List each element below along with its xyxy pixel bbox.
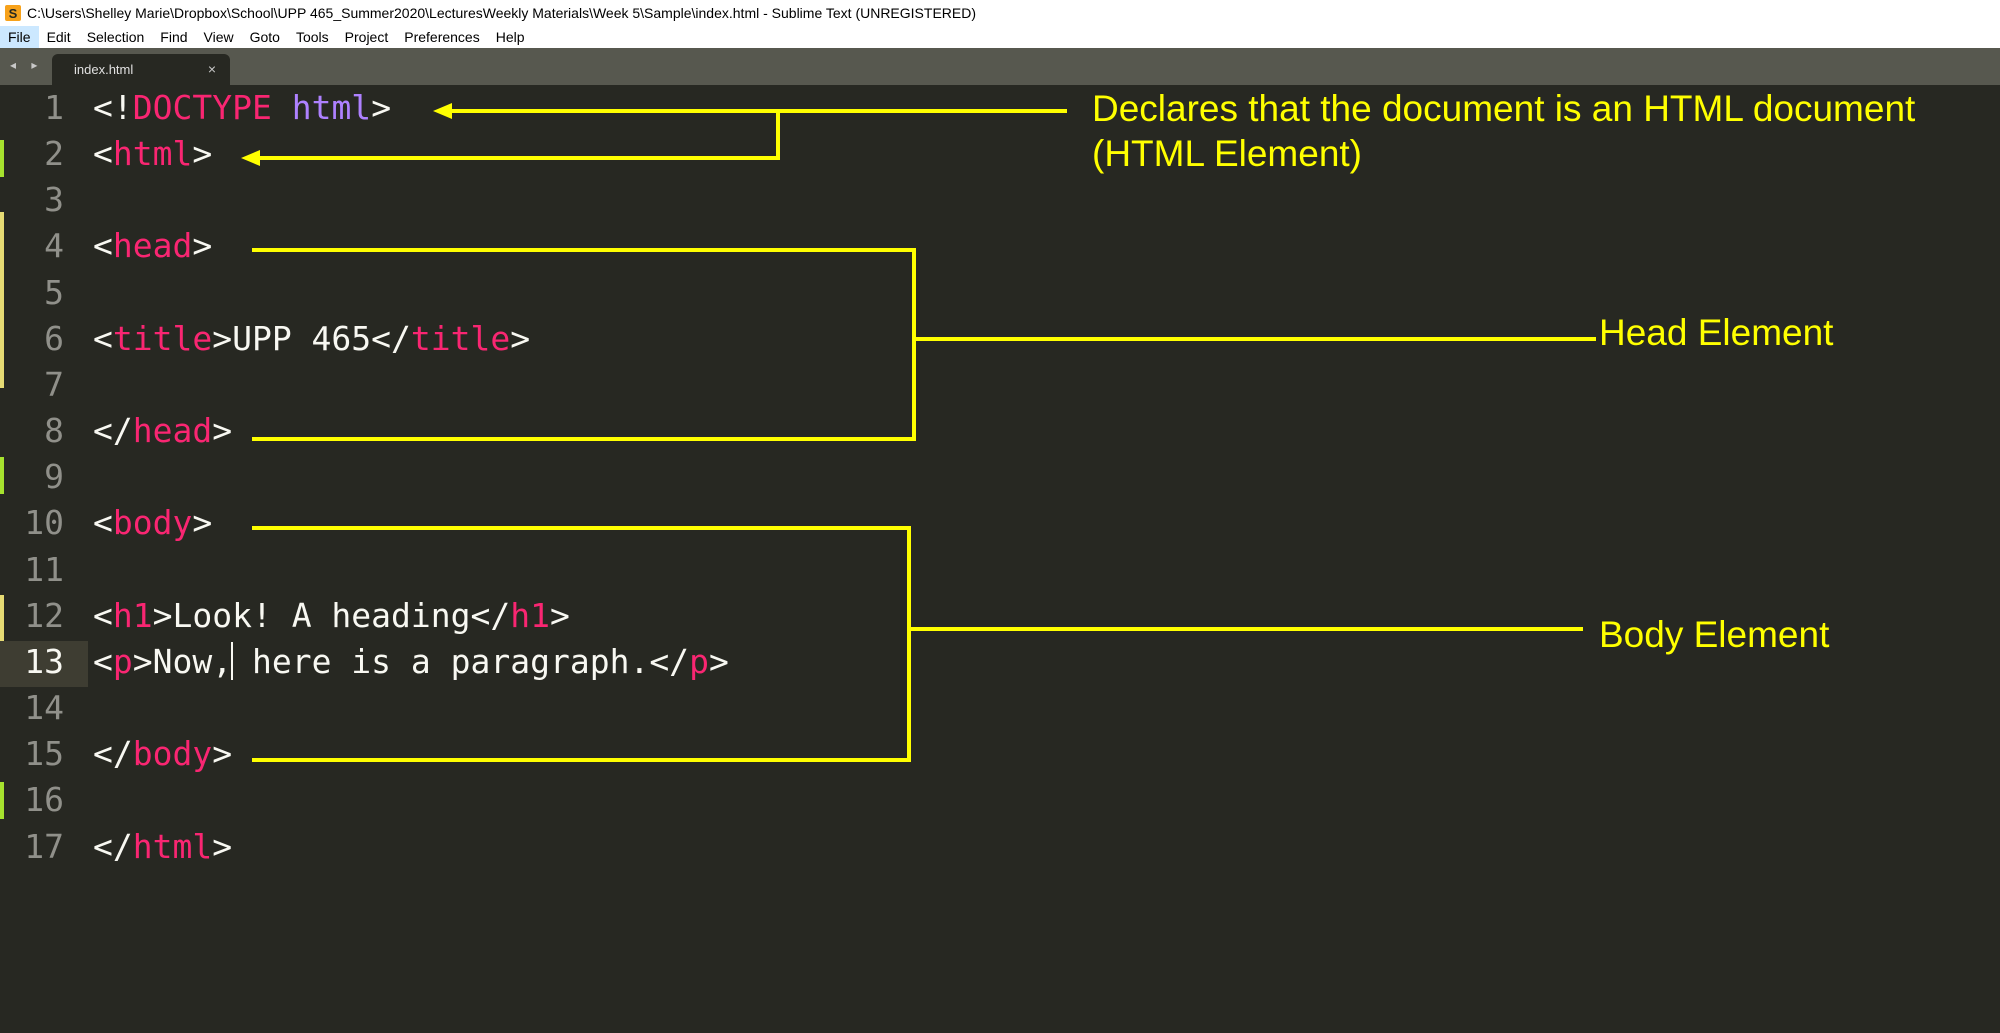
- annotation-doctype-line2: (HTML Element): [1092, 133, 1363, 174]
- annotation-head-element: Head Element: [1599, 312, 1834, 353]
- body-bracket: [252, 526, 911, 762]
- arrowhead-icon: [433, 103, 452, 119]
- annotation-body-element: Body Element: [1599, 614, 1830, 655]
- annotation-arrow-html: [255, 111, 780, 160]
- head-bracket: [252, 248, 916, 441]
- arrowhead-icon: [241, 150, 260, 166]
- annotation-overlay: [241, 103, 1596, 762]
- annotation-doctype-line1: Declares that the document is an HTML do…: [1092, 88, 1916, 129]
